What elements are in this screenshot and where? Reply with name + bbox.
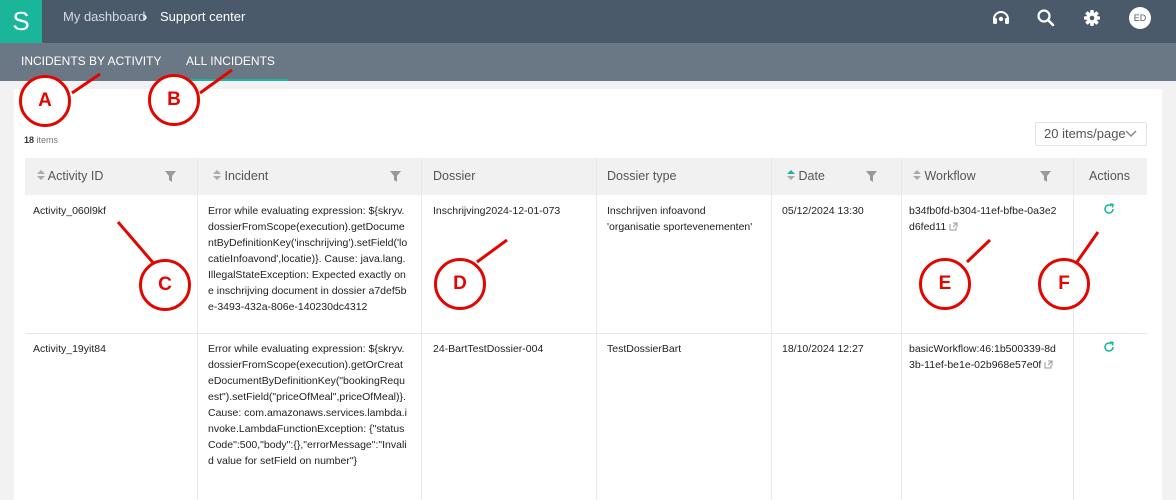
annotation-line-f: [1075, 231, 1100, 263]
annotation-b: B: [148, 74, 200, 126]
annotation-c: C: [139, 259, 191, 311]
annotation-a: A: [19, 75, 71, 127]
annotation-d: D: [434, 258, 486, 310]
annotation-line-d: [476, 238, 508, 264]
annotation-e: E: [919, 258, 971, 310]
annotation-line-e: [965, 238, 992, 264]
annotation-line-b: [199, 68, 233, 95]
annotation-f: F: [1038, 258, 1090, 310]
annotation-line-c: [116, 221, 157, 266]
annotation-line-a: [71, 72, 101, 95]
